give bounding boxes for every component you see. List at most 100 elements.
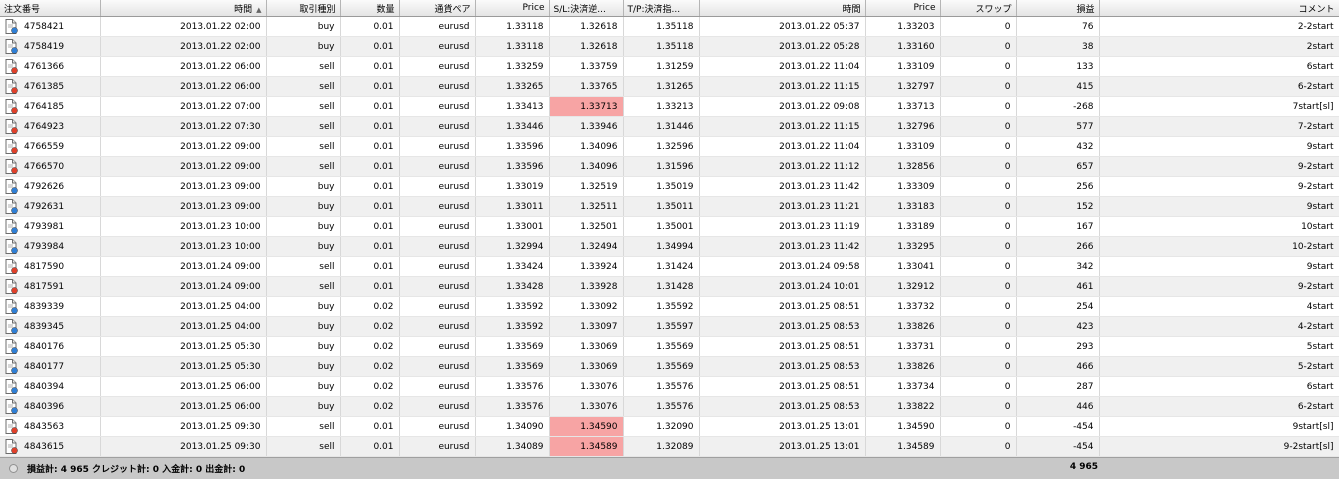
table-row[interactable]: 4761366 2013.01.22 06:00 sell 0.01 eurusd 1.3… [0, 56, 1339, 77]
pair-value: eurusd [438, 361, 470, 372]
col-header-order[interactable]: 注文番号 [0, 0, 101, 17]
table-row[interactable]: 4758421 2013.01.22 02:00 buy 0.01 eurusd 1.33… [0, 16, 1339, 37]
cell-order: 4766570 [0, 156, 101, 177]
table-row[interactable]: 4792631 2013.01.23 09:00 buy 0.01 eurusd 1.33… [0, 196, 1339, 217]
col-header-swap[interactable]: スワップ [940, 0, 1017, 17]
open-price-value: 1.33569 [506, 341, 544, 352]
col-header-type[interactable]: 取引種別 [266, 0, 341, 17]
size-value: 0.01 [373, 201, 394, 212]
cell-open-price: 1.33428 [475, 276, 550, 297]
comment-value: 4start [1306, 301, 1334, 312]
pair-value: eurusd [438, 401, 470, 412]
open-time-value: 2013.01.23 09:00 [180, 201, 261, 212]
type-value: sell [319, 101, 335, 112]
document-red-dot-icon [5, 99, 18, 114]
col-header-profit[interactable]: 損益 [1016, 0, 1100, 17]
table-row[interactable]: 4839345 2013.01.25 04:00 buy 0.02 eurusd 1.33… [0, 316, 1339, 337]
table-row[interactable]: 4840177 2013.01.25 05:30 buy 0.02 eurusd 1.33… [0, 356, 1339, 377]
col-header-close-price[interactable]: Price [865, 0, 941, 17]
cell-type: buy [266, 296, 341, 317]
close-price-value: 1.33183 [897, 201, 935, 212]
cell-sl: 1.33924 [549, 256, 624, 277]
sl-value: 1.33092 [580, 301, 618, 312]
table-row[interactable]: 4758419 2013.01.22 02:00 buy 0.01 eurusd 1.33… [0, 36, 1339, 57]
cell-tp: 1.31265 [623, 76, 700, 97]
cell-pair: eurusd [399, 416, 476, 437]
cell-open-price: 1.33413 [475, 96, 550, 117]
close-time-value: 2013.01.25 08:53 [779, 401, 860, 412]
cell-size: 0.02 [340, 356, 400, 377]
profit-value: 266 [1076, 241, 1094, 252]
open-price-value: 1.32994 [506, 241, 544, 252]
profit-value: 415 [1076, 81, 1094, 92]
cell-close-time: 2013.01.22 11:15 [699, 76, 866, 97]
cell-profit: 38 [1016, 36, 1100, 57]
swap-value: 0 [1004, 141, 1011, 152]
cell-sl: 1.32618 [549, 16, 624, 37]
table-row[interactable]: 4792626 2013.01.23 09:00 buy 0.01 eurusd 1.33… [0, 176, 1339, 197]
table-row[interactable]: 4793984 2013.01.23 10:00 buy 0.01 eurusd 1.32… [0, 236, 1339, 257]
table-row[interactable]: 4766570 2013.01.22 09:00 sell 0.01 eurusd 1.3… [0, 156, 1339, 177]
cell-close-time: 2013.01.22 11:04 [699, 136, 866, 157]
swap-value: 0 [1004, 21, 1011, 32]
comment-value: 9-2start[sl] [1283, 441, 1334, 452]
table-row[interactable]: 4840394 2013.01.25 06:00 buy 0.02 eurusd 1.33… [0, 376, 1339, 397]
type-value: buy [317, 341, 335, 352]
close-price-value: 1.33041 [897, 261, 935, 272]
tp-value: 1.31596 [656, 161, 694, 172]
table-row[interactable]: 4766559 2013.01.22 09:00 sell 0.01 eurusd 1.3… [0, 136, 1339, 157]
cell-tp: 1.31424 [623, 256, 700, 277]
open-price-value: 1.33265 [506, 81, 544, 92]
order-value: 4766570 [24, 162, 65, 172]
col-header-size[interactable]: 数量 [340, 0, 400, 17]
table-row[interactable]: 4764923 2013.01.22 07:30 sell 0.01 eurusd 1.3… [0, 116, 1339, 137]
cell-open-time: 2013.01.25 06:00 [100, 396, 267, 417]
table-row[interactable]: 4817591 2013.01.24 09:00 sell 0.01 eurusd 1.3… [0, 276, 1339, 297]
table-row[interactable]: 4817590 2013.01.24 09:00 sell 0.01 eurusd 1.3… [0, 256, 1339, 277]
cell-pair: eurusd [399, 96, 476, 117]
cell-order: 4840396 [0, 396, 101, 417]
cell-open-time: 2013.01.25 05:30 [100, 356, 267, 377]
table-row[interactable]: 4761385 2013.01.22 06:00 sell 0.01 eurusd 1.3… [0, 76, 1339, 97]
cell-size: 0.01 [340, 96, 400, 117]
col-header-comment[interactable]: コメント [1099, 0, 1339, 17]
cell-profit: 466 [1016, 356, 1100, 377]
cell-swap: 0 [940, 236, 1017, 257]
table-row[interactable]: 4840396 2013.01.25 06:00 buy 0.02 eurusd 1.33… [0, 396, 1339, 417]
table-row[interactable]: 4839339 2013.01.25 04:00 buy 0.02 eurusd 1.33… [0, 296, 1339, 317]
cell-open-time: 2013.01.25 09:30 [100, 436, 267, 457]
sort-ascending-icon: ▲ [256, 5, 262, 14]
open-time-value: 2013.01.22 06:00 [180, 81, 261, 92]
close-price-value: 1.34590 [897, 421, 935, 432]
close-price-value: 1.33731 [897, 341, 935, 352]
cell-size: 0.01 [340, 116, 400, 137]
table-row[interactable]: 4843615 2013.01.25 09:30 sell 0.01 eurusd 1.3… [0, 436, 1339, 457]
comment-value: 2start [1306, 41, 1334, 52]
type-value: buy [317, 181, 335, 192]
profit-value: 38 [1082, 41, 1094, 52]
col-header-pair[interactable]: 通貨ペア [399, 0, 476, 17]
order-value: 4793981 [24, 222, 65, 232]
cell-open-price: 1.33019 [475, 176, 550, 197]
col-header-close-time[interactable]: 時間 [699, 0, 866, 17]
cell-profit: 266 [1016, 236, 1100, 257]
col-header-open-time[interactable]: 時間 ▲ [100, 0, 267, 17]
tp-value: 1.31265 [656, 81, 694, 92]
table-row[interactable]: 4843563 2013.01.25 09:30 sell 0.01 eurusd 1.3… [0, 416, 1339, 437]
open-price-value: 1.33576 [506, 381, 544, 392]
open-time-value: 2013.01.24 09:00 [180, 261, 261, 272]
col-header-tp[interactable]: T/P:決済指... [623, 0, 700, 17]
col-header-open-price[interactable]: Price [475, 0, 550, 17]
size-value: 0.01 [373, 181, 394, 192]
table-row[interactable]: 4764185 2013.01.22 07:00 sell 0.01 eurusd 1.3… [0, 96, 1339, 117]
cell-type: buy [266, 396, 341, 417]
close-price-value: 1.32912 [897, 281, 935, 292]
table-row[interactable]: 4840176 2013.01.25 05:30 buy 0.02 eurusd 1.33… [0, 336, 1339, 357]
table-row[interactable]: 4793981 2013.01.23 10:00 buy 0.01 eurusd 1.33… [0, 216, 1339, 237]
trade-history-table: 注文番号 時間 ▲ 取引種別 数量 通貨ペア Price S/L:決済逆... T… [0, 0, 1339, 457]
sl-value: 1.34096 [580, 161, 618, 172]
cell-profit: 423 [1016, 316, 1100, 337]
cell-pair: eurusd [399, 396, 476, 417]
col-header-sl[interactable]: S/L:決済逆... [549, 0, 624, 17]
cell-swap: 0 [940, 196, 1017, 217]
